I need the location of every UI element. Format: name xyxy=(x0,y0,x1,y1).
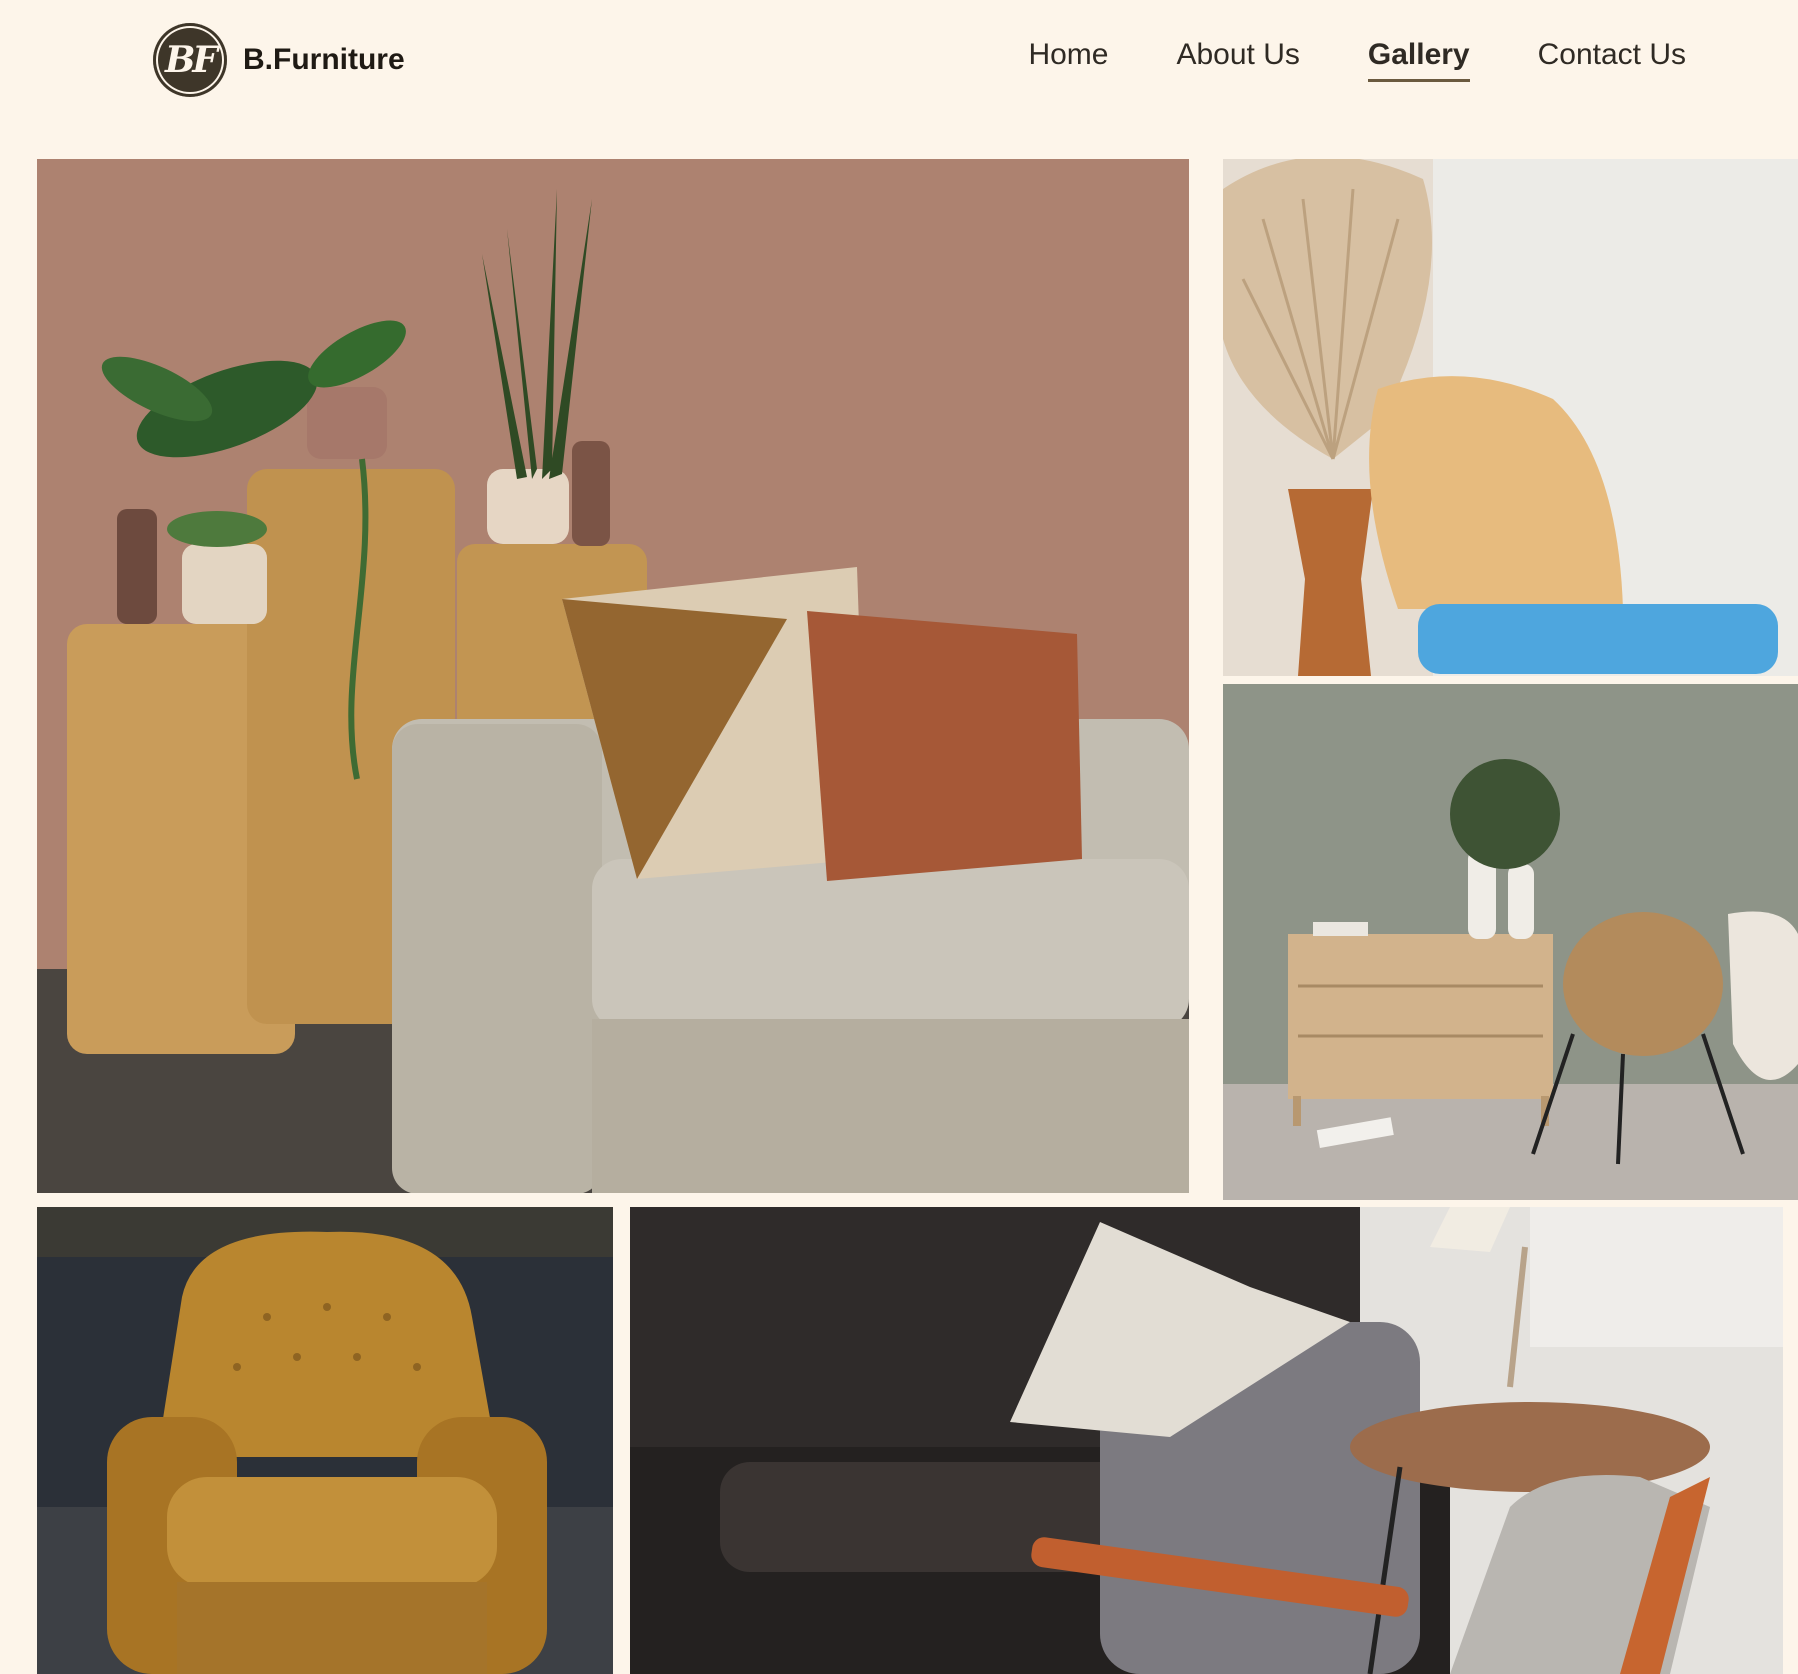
nav-contact-us[interactable]: Contact Us xyxy=(1538,38,1686,78)
gallery-photo-rattan-chair[interactable] xyxy=(1223,159,1798,676)
gallery-photo-armchair[interactable] xyxy=(37,1207,613,1674)
armchair-image xyxy=(37,1207,613,1674)
gallery-photo-dresser[interactable] xyxy=(1223,684,1798,1200)
brand-logo[interactable]: BF xyxy=(153,23,227,97)
dark-sofa-image xyxy=(630,1207,1783,1674)
nav-about-us[interactable]: About Us xyxy=(1176,38,1299,78)
dresser-image xyxy=(1223,684,1798,1200)
gallery-photo-dark-sofa[interactable] xyxy=(630,1207,1783,1674)
nav-home[interactable]: Home xyxy=(1028,38,1108,78)
main-nav: Home About Us Gallery Contact Us xyxy=(1028,38,1686,82)
gallery-photo-sofa-plants[interactable] xyxy=(37,159,1189,1193)
brand[interactable]: BF B.Furniture xyxy=(153,23,405,97)
site-header: BF B.Furniture Home About Us Gallery Con… xyxy=(0,0,1798,130)
rattan-chair-image xyxy=(1223,159,1798,676)
nav-gallery[interactable]: Gallery xyxy=(1367,38,1470,82)
brand-logo-text: BF xyxy=(165,39,218,81)
brand-name[interactable]: B.Furniture xyxy=(243,43,405,77)
sofa-plants-image xyxy=(37,159,1189,1193)
